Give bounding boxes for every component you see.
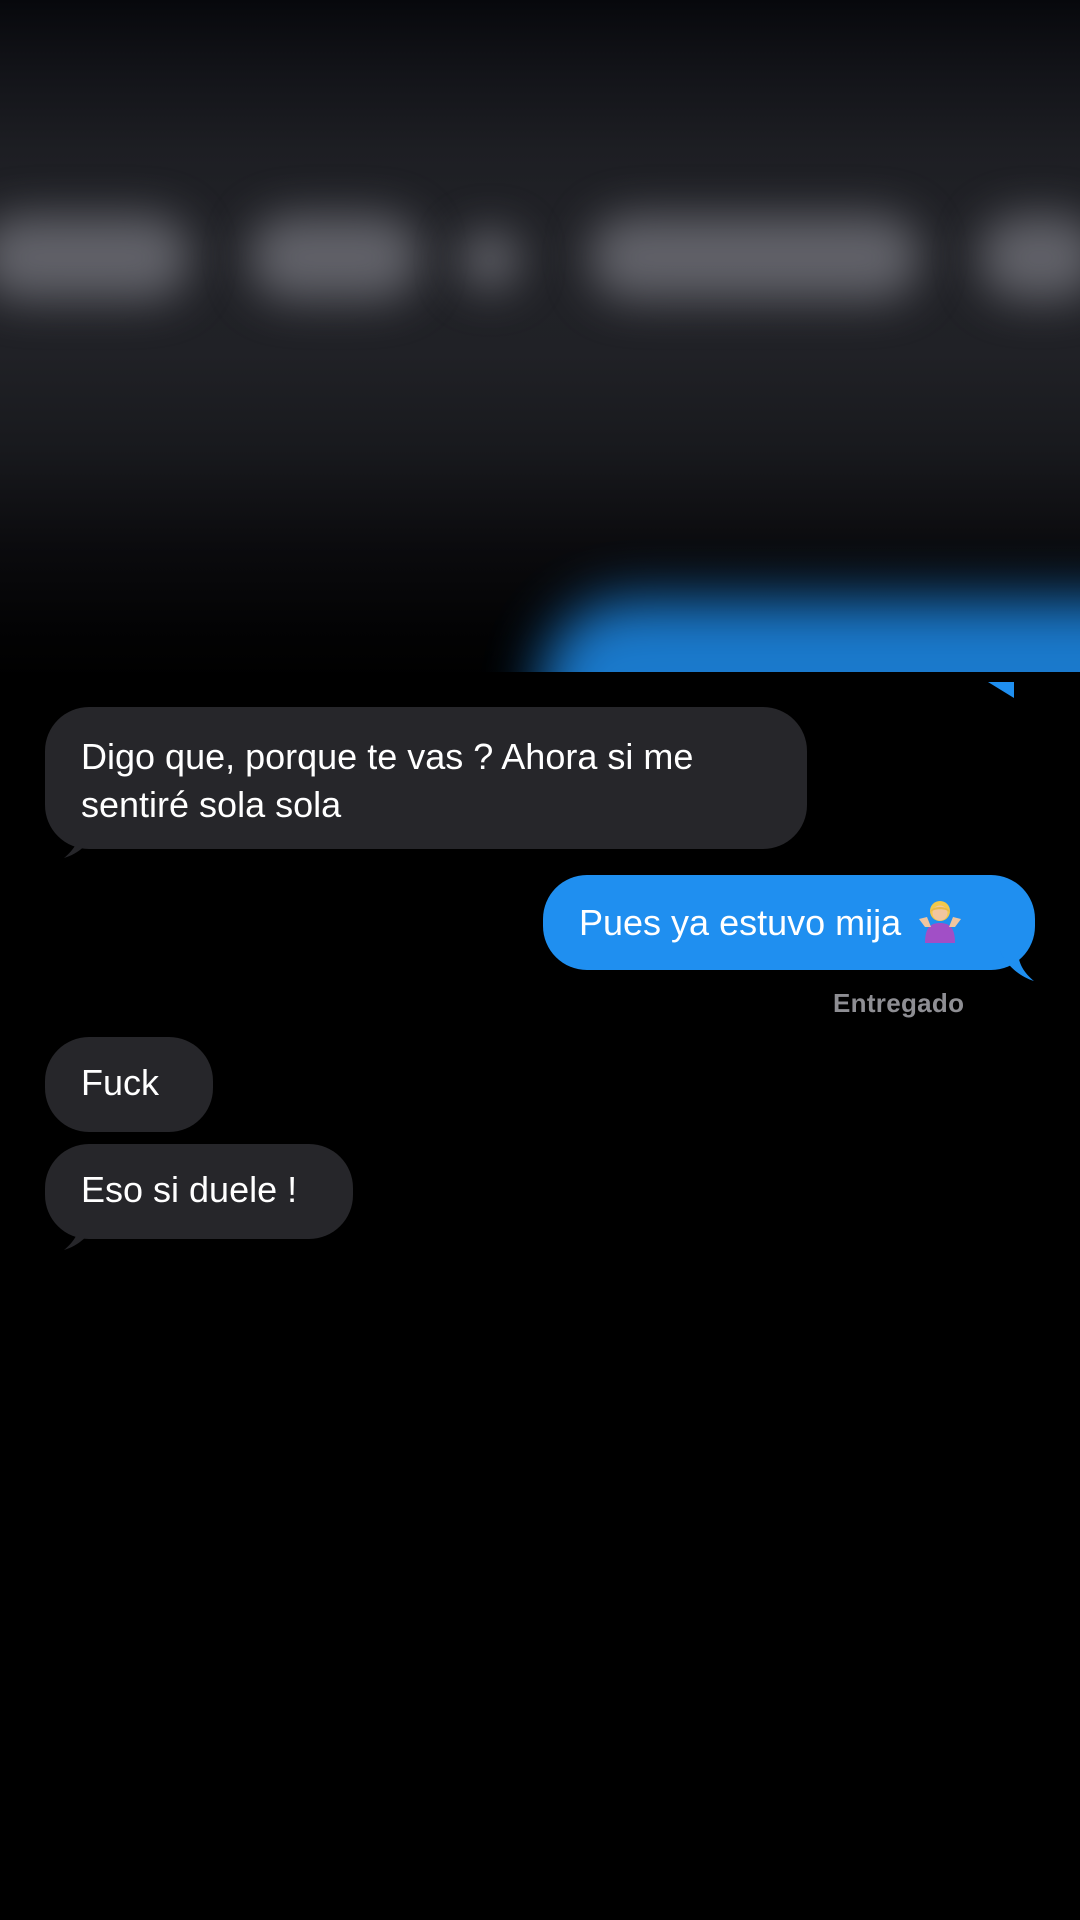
blurred-text-block [980,215,1080,300]
received-bubble-tail [64,828,98,858]
delivery-status: Entregado [833,988,965,1018]
received-message-bubble[interactable]: Fuck [45,1037,213,1132]
sent-bubble-tail [988,682,1014,698]
blurred-header [0,0,1080,682]
blurred-text-block [0,215,190,300]
received-bubble-tail [64,1220,98,1250]
blurred-text-block [250,215,420,300]
person-shrugging-emoji [919,901,962,943]
message-text: Digo que, porque te vas ? Ahora si me se… [81,736,694,825]
message-text: Fuck [81,1062,160,1103]
blurred-text-block [460,230,520,290]
message-text: Pues ya estuvo mija [579,902,902,943]
sent-bubble-tail [1000,951,1034,981]
sent-message-bubble[interactable]: Pues ya estuvo mija [543,875,1035,970]
blurred-sent-bubble [540,600,1080,682]
blurred-text-block [590,215,920,300]
message-text: Eso si duele ! [81,1169,298,1210]
message-thread-screen: Digo que, porque te vas ? Ahora si me se… [0,0,1080,1920]
received-message-bubble[interactable]: Digo que, porque te vas ? Ahora si me se… [45,707,807,849]
blur-divider [0,672,1080,682]
